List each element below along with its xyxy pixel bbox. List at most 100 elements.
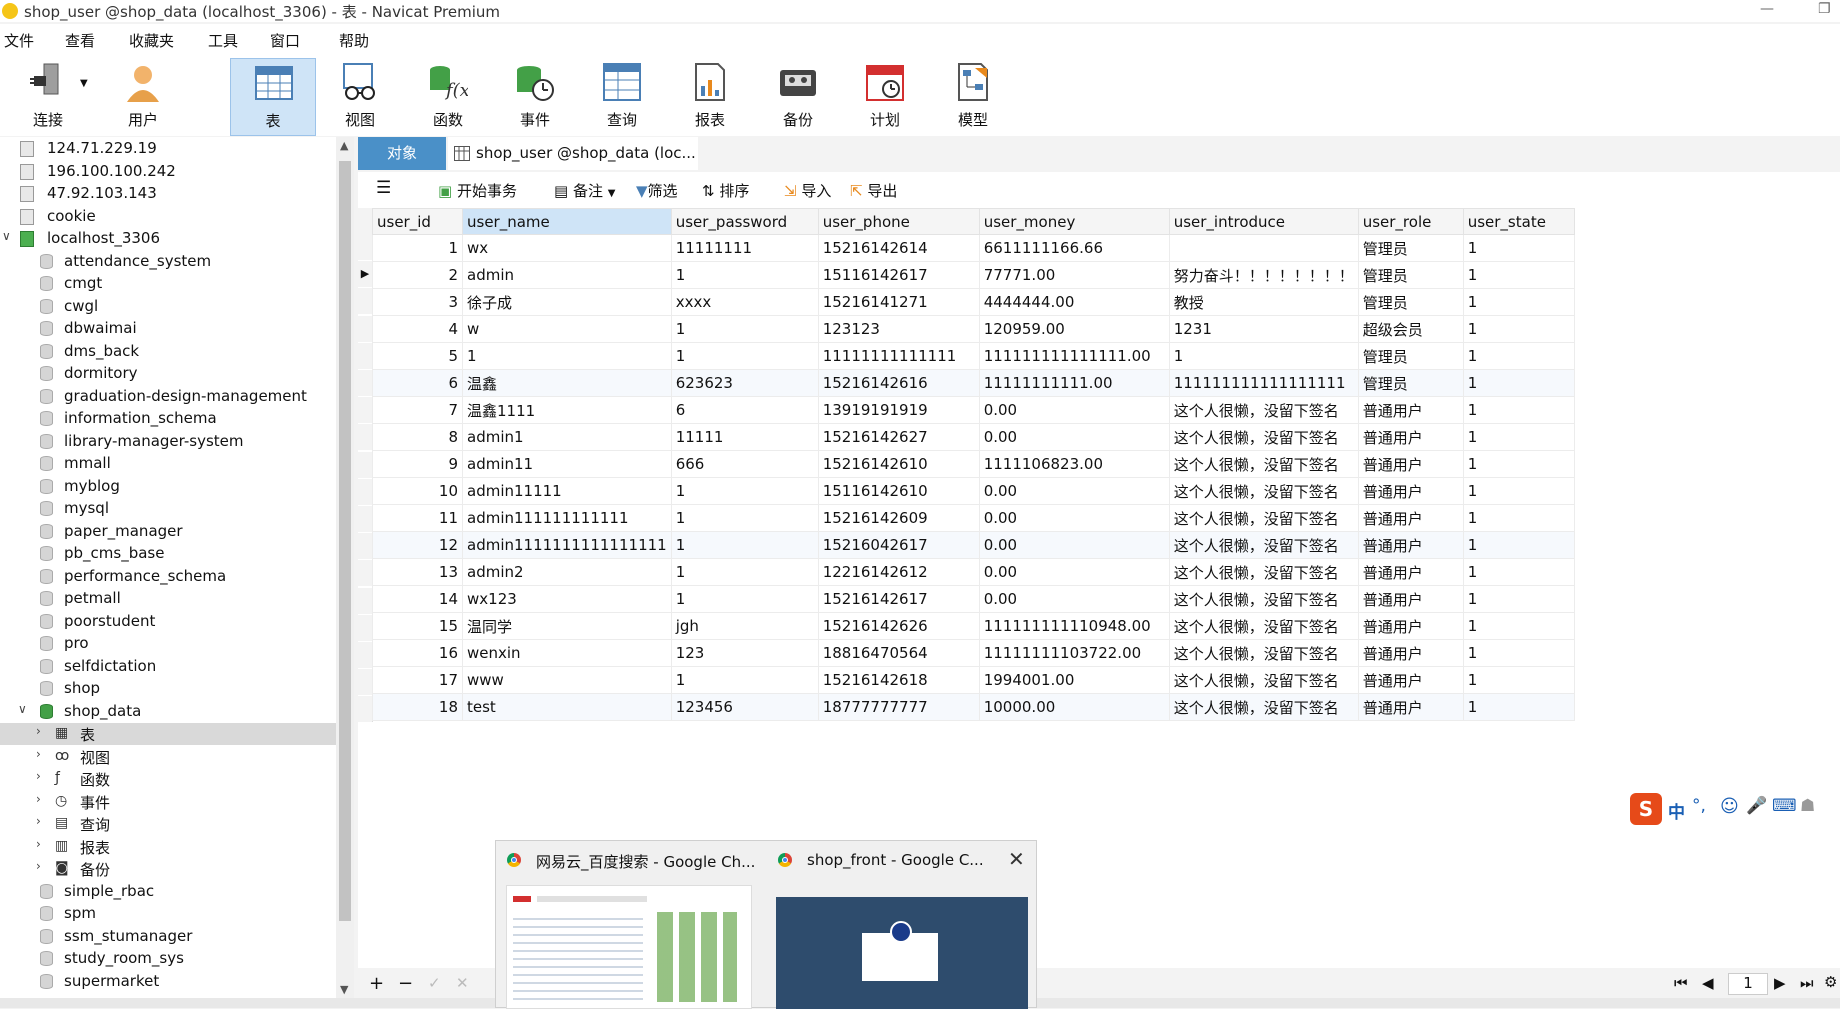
- table-row[interactable]: 17 www 1 15216142618 1994001.00 这个人很懒，没留下签名 普通…: [372, 666, 1575, 694]
- minimize-icon[interactable]: —: [1760, 1, 1774, 17]
- table-row[interactable]: 15 温同学 jgh 15216142626 111111111110948.00 这个人…: [372, 612, 1575, 640]
- user-button[interactable]: 用户: [100, 58, 186, 136]
- next-page-icon[interactable]: ▶: [1774, 974, 1786, 992]
- row-selector[interactable]: [358, 288, 373, 315]
- table-cell[interactable]: admin2: [462, 558, 672, 586]
- table-cell[interactable]: 15216142626: [817, 612, 980, 640]
- table-cell[interactable]: 11111111111.00: [978, 369, 1170, 397]
- column-header-user-id[interactable]: user_id: [372, 208, 463, 235]
- column-header-user-state[interactable]: user_state: [1462, 208, 1575, 235]
- table-cell[interactable]: 这个人很懒，没留下签名: [1168, 477, 1359, 505]
- table-cell[interactable]: 这个人很懒，没留下签名: [1168, 639, 1359, 667]
- connect-button[interactable]: ▼ 连接: [5, 58, 91, 136]
- table-cell[interactable]: admin111111111111: [462, 504, 672, 532]
- table-cell[interactable]: 管理员: [1357, 288, 1464, 316]
- table-cell[interactable]: admin11: [462, 450, 672, 478]
- table-cell[interactable]: 1: [1462, 450, 1575, 478]
- table-cell[interactable]: 15216142627: [817, 423, 980, 451]
- table-cell[interactable]: 1: [670, 531, 819, 559]
- begin-transaction-button[interactable]: ▣ 开始事务: [438, 180, 517, 201]
- connection-item[interactable]: 124.71.229.19: [0, 138, 336, 160]
- connection-item[interactable]: cookie: [0, 206, 336, 228]
- table-cell[interactable]: 15116142617: [817, 261, 980, 289]
- table-cell[interactable]: 123123: [817, 315, 980, 343]
- shop-data-node-3[interactable]: › ◷ 事件: [0, 791, 336, 813]
- database-item[interactable]: dbwaimai: [0, 318, 336, 340]
- row-selector[interactable]: [358, 397, 373, 424]
- emoji-icon[interactable]: ☺: [1720, 796, 1739, 817]
- table-cell[interactable]: 这个人很懒，没留下签名: [1168, 612, 1359, 640]
- database-item[interactable]: dms_back: [0, 341, 336, 363]
- table-cell[interactable]: 教授: [1168, 288, 1359, 316]
- table-cell[interactable]: 1: [670, 666, 819, 694]
- column-header-user-phone[interactable]: user_phone: [817, 208, 980, 235]
- sogou-logo-icon[interactable]: S: [1630, 793, 1662, 825]
- maximize-icon[interactable]: ❐: [1818, 1, 1831, 17]
- sort-button[interactable]: ⇅ 排序: [702, 180, 749, 201]
- apply-changes-icon[interactable]: ✓: [428, 974, 441, 992]
- database-item[interactable]: petmall: [0, 588, 336, 610]
- database-item[interactable]: graduation-design-management: [0, 386, 336, 408]
- database-item[interactable]: poorstudent: [0, 611, 336, 633]
- current-row-indicator[interactable]: ▶: [358, 261, 373, 288]
- table-cell[interactable]: 15116142610: [817, 477, 980, 505]
- table-cell[interactable]: 1: [1462, 558, 1575, 586]
- table-cell[interactable]: 111111111111111.00: [978, 342, 1170, 370]
- tab-shop-user[interactable]: shop_user @shop_data (loc...: [448, 137, 698, 170]
- table-cell[interactable]: w: [462, 315, 672, 343]
- table-cell[interactable]: 1: [1462, 342, 1575, 370]
- table-cell[interactable]: 4: [372, 315, 463, 343]
- page-number-input[interactable]: 1: [1728, 973, 1768, 995]
- table-cell[interactable]: 1: [670, 315, 819, 343]
- table-cell[interactable]: 1: [1462, 396, 1575, 424]
- table-cell[interactable]: 这个人很懒，没留下签名: [1168, 396, 1359, 424]
- table-cell[interactable]: 这个人很懒，没留下签名: [1168, 504, 1359, 532]
- shop-data-node-4[interactable]: › ▤ 查询: [0, 813, 336, 835]
- row-selector[interactable]: [358, 669, 373, 696]
- table-row[interactable]: 10 admin11111 1 15116142610 0.00 这个人很懒，没留下签名普…: [372, 477, 1575, 505]
- column-header-user-introduce[interactable]: user_introduce: [1168, 208, 1359, 235]
- table-cell[interactable]: 18: [372, 693, 463, 721]
- row-selector[interactable]: [358, 587, 373, 614]
- table-cell[interactable]: 1: [670, 504, 819, 532]
- export-button[interactable]: ⇱ 导出: [850, 180, 897, 201]
- row-selector[interactable]: [358, 451, 373, 478]
- table-cell[interactable]: 111111111110948.00: [978, 612, 1170, 640]
- view-button[interactable]: 视图: [317, 58, 403, 136]
- table-cell[interactable]: 1: [1462, 585, 1575, 613]
- table-cell[interactable]: 1111106823.00: [978, 450, 1170, 478]
- punctuation-icon[interactable]: °,: [1692, 796, 1706, 816]
- table-cell[interactable]: 11111: [670, 423, 819, 451]
- shop-data-node-5[interactable]: › ▥ 报表: [0, 836, 336, 858]
- chevron-right-icon[interactable]: ›: [36, 859, 41, 873]
- table-cell[interactable]: 15: [372, 612, 463, 640]
- table-cell[interactable]: 11111111103722.00: [978, 639, 1170, 667]
- table-cell[interactable]: 普通用户: [1357, 612, 1464, 640]
- table-cell[interactable]: 15216142617: [817, 585, 980, 613]
- tab-objects[interactable]: 对象: [358, 137, 446, 170]
- table-cell[interactable]: 15216142610: [817, 450, 980, 478]
- table-cell[interactable]: 10: [372, 477, 463, 505]
- table-cell[interactable]: 0.00: [978, 477, 1170, 505]
- table-row[interactable]: 7 温鑫1111 6 13919191919 0.00 这个人很懒，没留下签名 普通用户 1: [372, 396, 1575, 424]
- scroll-down-icon[interactable]: ▼: [340, 983, 348, 996]
- import-button[interactable]: ⇲ 导入: [784, 180, 831, 201]
- table-cell[interactable]: wenxin: [462, 639, 672, 667]
- connection-item[interactable]: 47.92.103.143: [0, 183, 336, 205]
- table-row[interactable]: 12 admin1111111111111111 1 15216042617 0.00 这…: [372, 531, 1575, 559]
- report-button[interactable]: 报表: [667, 58, 753, 136]
- table-cell[interactable]: 123456: [670, 693, 819, 721]
- user-settings-icon[interactable]: ☗: [1800, 796, 1815, 816]
- table-cell[interactable]: 123: [670, 639, 819, 667]
- database-item[interactable]: spm: [0, 903, 336, 925]
- table-cell[interactable]: admin1: [462, 423, 672, 451]
- table-cell[interactable]: 12216142612: [817, 558, 980, 586]
- table-cell[interactable]: 12: [372, 531, 463, 559]
- table-row[interactable]: 18 test 123456 18777777777 10000.00 这个人很懒，没留下…: [372, 693, 1575, 721]
- query-button[interactable]: 查询: [579, 58, 665, 136]
- table-cell[interactable]: 这个人很懒，没留下签名: [1168, 450, 1359, 478]
- menu-file[interactable]: 文件: [4, 30, 34, 51]
- table-cell[interactable]: 普通用户: [1357, 531, 1464, 559]
- connection-item[interactable]: 196.100.100.242: [0, 161, 336, 183]
- database-item[interactable]: myblog: [0, 476, 336, 498]
